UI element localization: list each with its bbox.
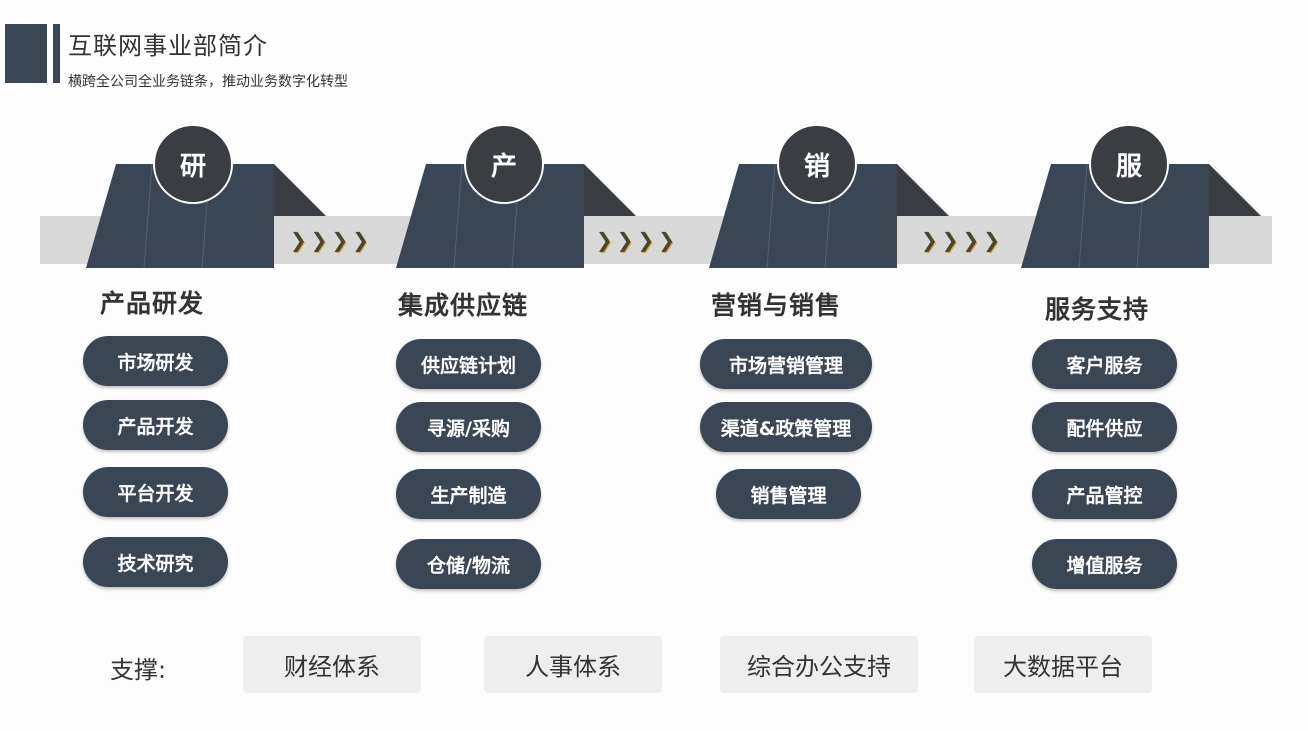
stage-badge-2: 产: [464, 124, 544, 204]
stage-item-pill[interactable]: 市场营销管理: [700, 339, 872, 389]
stage-item-pill[interactable]: 渠道&政策管理: [700, 402, 872, 452]
chevron-right-icon: ❯: [596, 228, 613, 252]
chevron-right-icon: ❯: [921, 228, 938, 252]
chevron-right-icon: ❯: [616, 228, 634, 252]
stage-title-1: 产品研发: [100, 289, 205, 318]
support-item[interactable]: 人事体系: [484, 636, 662, 693]
page-title: 互联网事业部简介: [68, 32, 268, 60]
stage-item-pill[interactable]: 平台开发: [83, 467, 228, 517]
chevron-right-icon: ❯: [331, 228, 349, 252]
stage-title-4: 服务支持: [1045, 295, 1150, 324]
support-item[interactable]: 大数据平台: [974, 636, 1152, 693]
stage-item-pill[interactable]: 供应链计划: [396, 339, 541, 389]
stage-item-pill[interactable]: 技术研究: [83, 537, 228, 587]
stage-item-pill[interactable]: 配件供应: [1032, 402, 1177, 452]
stage-badge-3: 销: [777, 124, 857, 204]
support-item[interactable]: 财经体系: [243, 636, 421, 693]
chevron-right-icon: ❯: [941, 228, 959, 252]
stage-item-pill[interactable]: 增值服务: [1032, 539, 1177, 589]
page-subtitle: 横跨全公司全业务链条，推动业务数字化转型: [68, 74, 348, 90]
stage-title-2: 集成供应链: [398, 291, 529, 320]
stage-item-pill[interactable]: 市场研发: [83, 336, 228, 386]
chevron-right-icon: ❯: [962, 228, 980, 252]
chevron-right-icon: ❯: [290, 228, 307, 252]
stage-title-3: 营销与销售: [711, 291, 842, 320]
flow-arrows-2: ❯ ❯ ❯ ❯: [596, 229, 675, 251]
chevron-right-icon: ❯: [310, 228, 328, 252]
stage-item-pill[interactable]: 寻源/采购: [396, 402, 541, 452]
flow-arrows-3: ❯ ❯ ❯ ❯: [921, 229, 1000, 251]
stage-item-pill[interactable]: 销售管理: [716, 469, 861, 519]
stage-badge-4: 服: [1089, 124, 1169, 204]
support-item[interactable]: 综合办公支持: [720, 636, 918, 693]
stage-item-pill[interactable]: 生产制造: [396, 469, 541, 519]
chevron-right-icon: ❯: [637, 228, 655, 252]
stage-item-pill[interactable]: 客户服务: [1032, 339, 1177, 389]
stage-item-pill[interactable]: 产品开发: [83, 400, 228, 450]
stage-item-pill[interactable]: 产品管控: [1032, 469, 1177, 519]
flow-arrows-1: ❯ ❯ ❯ ❯: [290, 229, 369, 251]
chevron-right-icon: ❯: [352, 228, 370, 252]
header-block: [5, 24, 47, 83]
chevron-right-icon: ❯: [983, 228, 1001, 252]
stage-item-pill[interactable]: 仓储/物流: [396, 539, 541, 589]
header-accent-bar: [53, 24, 60, 83]
stage-badge-1: 研: [153, 124, 233, 204]
chevron-right-icon: ❯: [658, 228, 676, 252]
support-label: 支撑:: [110, 656, 167, 684]
